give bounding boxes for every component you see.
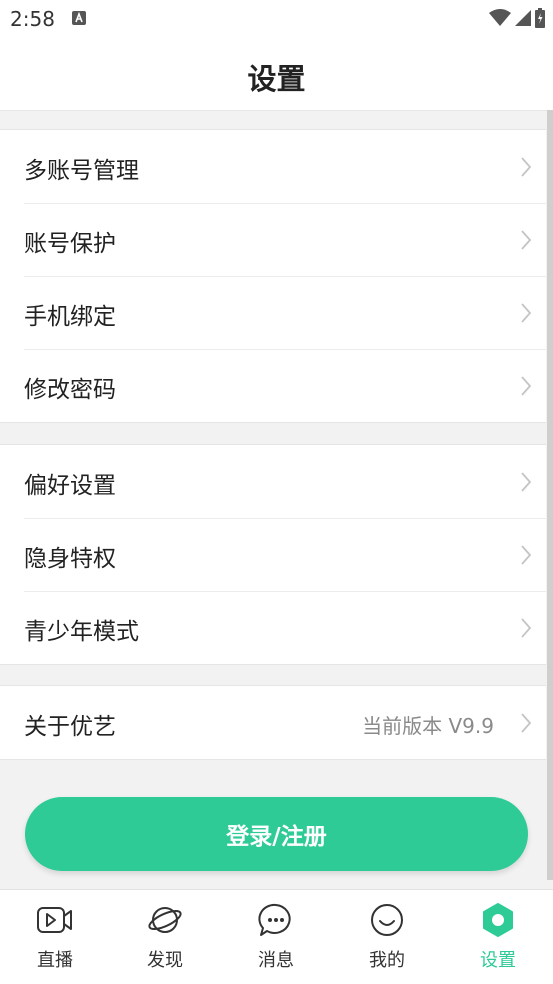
settings-item-teen-mode[interactable]: 青少年模式 xyxy=(0,591,546,664)
status-time: 2:58 xyxy=(10,7,55,31)
tab-live[interactable]: 直播 xyxy=(0,890,110,984)
settings-item-invisible-privilege[interactable]: 隐身特权 xyxy=(0,518,546,591)
chevron-right-icon xyxy=(521,545,532,565)
status-icons xyxy=(489,8,545,28)
wifi-icon xyxy=(489,9,511,26)
chevron-right-icon xyxy=(521,376,532,396)
keyboard-notification-icon xyxy=(72,11,86,25)
chevron-right-icon xyxy=(521,157,532,177)
settings-item-account-protection[interactable]: 账号保护 xyxy=(0,203,546,276)
chevron-right-icon xyxy=(521,230,532,250)
live-video-icon xyxy=(37,907,72,933)
settings-item-label: 手机绑定 xyxy=(24,304,116,330)
tab-label: 直播 xyxy=(37,950,73,971)
planet-icon xyxy=(148,907,182,933)
settings-item-multi-account[interactable]: 多账号管理 xyxy=(0,130,546,203)
settings-item-phone-binding[interactable]: 手机绑定 xyxy=(0,276,546,349)
settings-item-label: 青少年模式 xyxy=(24,619,139,645)
settings-item-preferences[interactable]: 偏好设置 xyxy=(0,445,546,518)
settings-item-label: 多账号管理 xyxy=(24,158,139,184)
bottom-tab-bar: 直播 发现 消息 我的 设置 xyxy=(0,889,553,984)
tab-mine[interactable]: 我的 xyxy=(332,890,442,984)
tab-discover[interactable]: 发现 xyxy=(110,890,220,984)
login-register-label: 登录/注册 xyxy=(226,824,327,850)
settings-item-label: 修改密码 xyxy=(24,377,116,403)
chat-bubble-icon xyxy=(258,903,291,936)
page-title: 设置 xyxy=(247,62,306,96)
tab-messages[interactable]: 消息 xyxy=(221,890,331,984)
scrollbar[interactable] xyxy=(547,110,553,880)
login-register-button[interactable]: 登录/注册 xyxy=(25,797,528,871)
settings-item-label: 隐身特权 xyxy=(24,546,116,572)
settings-item-label: 偏好设置 xyxy=(24,473,116,499)
chevron-right-icon xyxy=(521,472,532,492)
tab-label: 发现 xyxy=(147,950,183,971)
battery-icon xyxy=(535,8,545,28)
settings-hexagon-icon xyxy=(483,903,513,937)
settings-item-change-password[interactable]: 修改密码 xyxy=(0,349,546,422)
version-text: 当前版本 V9.9 xyxy=(362,714,494,738)
tab-label: 我的 xyxy=(369,950,405,971)
chevron-right-icon xyxy=(521,303,532,323)
cell-signal-icon xyxy=(515,10,531,26)
settings-item-label: 账号保护 xyxy=(24,231,116,257)
settings-group-about: 关于优艺 当前版本 V9.9 xyxy=(0,685,546,760)
settings-item-about[interactable]: 关于优艺 当前版本 V9.9 xyxy=(0,686,546,759)
settings-item-label: 关于优艺 xyxy=(24,714,116,740)
tab-label: 设置 xyxy=(480,950,516,971)
settings-group-account: 多账号管理 账号保护 手机绑定 修改密码 xyxy=(0,129,546,423)
tab-settings[interactable]: 设置 xyxy=(443,890,553,984)
settings-group-preferences: 偏好设置 隐身特权 青少年模式 xyxy=(0,444,546,665)
status-bar: 2:58 xyxy=(0,0,553,38)
header: 设置 xyxy=(0,38,553,111)
tab-label: 消息 xyxy=(258,950,294,971)
smiley-icon xyxy=(371,904,403,936)
chevron-right-icon xyxy=(521,618,532,638)
chevron-right-icon xyxy=(521,713,532,733)
